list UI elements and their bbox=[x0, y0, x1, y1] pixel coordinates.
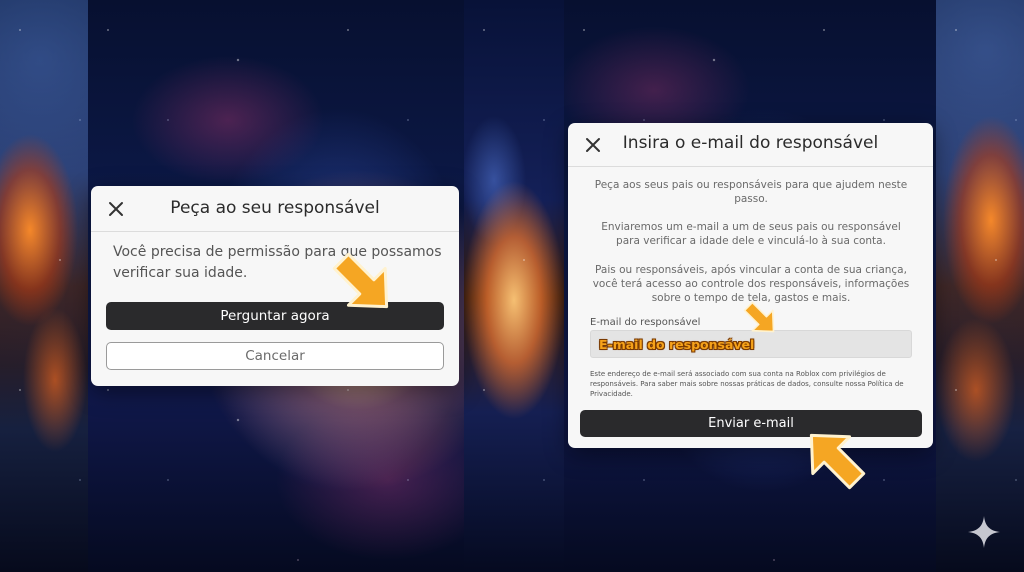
nebula-background-left bbox=[0, 0, 88, 572]
nebula-background-right bbox=[936, 0, 1024, 572]
dialog-title: Insira o e-mail do responsável bbox=[622, 133, 879, 153]
instruction-paragraph-3: Pais ou responsáveis, após vincular a co… bbox=[592, 264, 910, 304]
ask-now-button[interactable]: Perguntar agora bbox=[106, 302, 444, 330]
email-field-placeholder: E-mail do responsável bbox=[599, 336, 755, 352]
guardian-email-dialog: Insira o e-mail do responsável Peça aos … bbox=[568, 123, 933, 448]
dialog-header: Insira o e-mail do responsável bbox=[568, 123, 933, 167]
permission-message: Você precisa de permissão para que possa… bbox=[113, 244, 442, 281]
guardian-email-field[interactable]: E-mail do responsável bbox=[590, 330, 912, 358]
cancel-button[interactable]: Cancelar bbox=[106, 342, 444, 370]
dialog-header: Peça ao seu responsável bbox=[91, 186, 459, 232]
email-field-label: E-mail do responsável bbox=[590, 317, 701, 328]
galaxy-background-center bbox=[464, 0, 564, 572]
sparkle-icon bbox=[968, 516, 1000, 548]
ask-guardian-dialog: Peça ao seu responsável Você precisa de … bbox=[91, 186, 459, 386]
privacy-fine-print: Este endereço de e-mail será associado c… bbox=[590, 370, 904, 398]
dialog-title: Peça ao seu responsável bbox=[170, 198, 380, 218]
instruction-paragraph-2: Enviaremos um e-mail a um de seus pais o… bbox=[601, 221, 901, 247]
instruction-paragraph-1: Peça aos seus pais ou responsáveis para … bbox=[594, 179, 908, 205]
send-email-button[interactable]: Enviar e-mail bbox=[580, 410, 922, 437]
